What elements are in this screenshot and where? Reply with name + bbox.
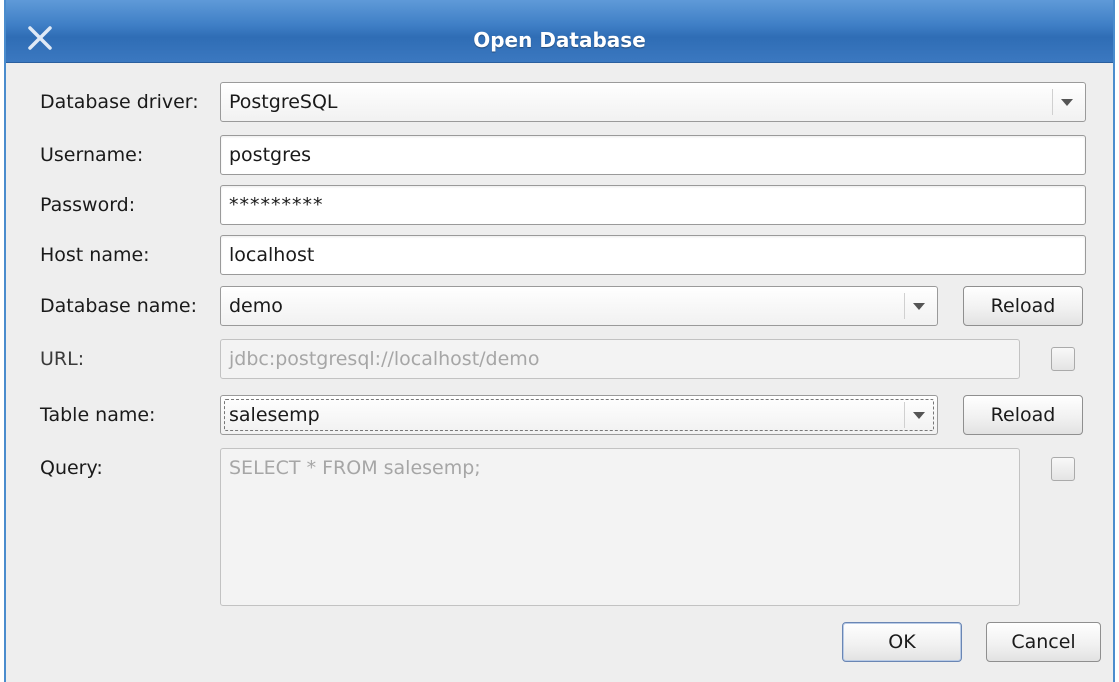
- title-bar[interactable]: Open Database: [6, 0, 1113, 63]
- query-textarea[interactable]: SELECT * FROM salesemp;: [220, 448, 1020, 606]
- database-name-value: demo: [229, 295, 283, 317]
- host-name-label: Host name:: [40, 244, 150, 266]
- database-name-combo[interactable]: demo: [220, 286, 938, 326]
- dialog-title: Open Database: [473, 28, 646, 52]
- focus-ring: [224, 399, 934, 431]
- ok-button[interactable]: OK: [842, 622, 962, 662]
- open-database-dialog: Open Database Database driver: PostgreSQ…: [4, 0, 1115, 682]
- chevron-down-icon[interactable]: [1052, 89, 1079, 115]
- chevron-down-icon[interactable]: [904, 293, 931, 319]
- password-field[interactable]: *********: [220, 185, 1086, 225]
- query-edit-checkbox[interactable]: [1051, 457, 1075, 481]
- url-edit-checkbox[interactable]: [1051, 347, 1075, 371]
- reload-tables-button[interactable]: Reload: [963, 395, 1083, 435]
- database-driver-value: PostgreSQL: [229, 91, 338, 113]
- database-name-label: Database name:: [40, 295, 197, 317]
- password-label: Password:: [40, 194, 136, 216]
- query-label: Query:: [40, 457, 103, 479]
- chevron-down-icon[interactable]: [904, 402, 931, 428]
- database-driver-combo[interactable]: PostgreSQL: [220, 82, 1086, 122]
- database-driver-label: Database driver:: [40, 91, 199, 113]
- table-name-combo[interactable]: salesemp: [220, 395, 938, 435]
- cancel-button[interactable]: Cancel: [986, 622, 1101, 662]
- table-name-label: Table name:: [40, 404, 156, 426]
- username-label: Username:: [40, 144, 144, 166]
- url-field[interactable]: jdbc:postgresql://localhost/demo: [220, 339, 1020, 379]
- username-field[interactable]: postgres: [220, 135, 1086, 175]
- table-name-value: salesemp: [229, 404, 320, 426]
- url-label: URL:: [40, 348, 85, 370]
- reload-databases-button[interactable]: Reload: [963, 286, 1083, 326]
- host-name-field[interactable]: localhost: [220, 235, 1086, 275]
